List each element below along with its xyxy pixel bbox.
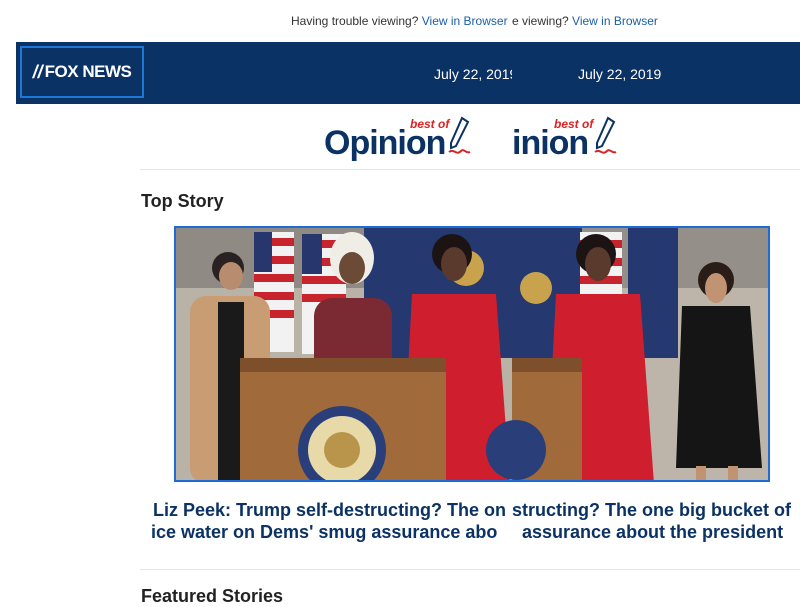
headline-line-2-duplicate: assurance about the president bbox=[522, 522, 784, 542]
best-of-opinion-banner-duplicate: inion best of bbox=[512, 112, 632, 164]
headline-fragment: Liz Peek: Trump self-destructing? The on… bbox=[140, 500, 512, 550]
best-of-label: best of bbox=[410, 117, 450, 131]
pen-icon bbox=[448, 116, 471, 154]
headline-line-1: Liz Peek: Trump self-destructing? The on bbox=[153, 500, 507, 520]
congresswomen-press-conference-image bbox=[176, 228, 768, 480]
fox-news-logo[interactable]: // FOX NEWS bbox=[20, 46, 144, 98]
site-header: // FOX NEWS July 22, 2019 July 22, 2019 bbox=[16, 42, 800, 104]
headline-fragment-duplicate: structing? The one big bucket of assuran… bbox=[512, 500, 800, 550]
pen-icon-duplicate bbox=[594, 116, 617, 154]
preheader: Having trouble viewing? View in Browser … bbox=[0, 12, 800, 30]
preheader-text-duplicate: e viewing? bbox=[512, 14, 569, 28]
view-in-browser-link-duplicate[interactable]: View in Browser bbox=[572, 14, 658, 28]
headline-line-1-duplicate: structing? The one big bucket of bbox=[512, 500, 791, 520]
featured-stories-heading: Featured Stories bbox=[141, 586, 284, 606]
best-of-opinion-banner: Opinion best of bbox=[322, 112, 512, 164]
logo-text: FOX NEWS bbox=[44, 62, 132, 81]
top-story-headline[interactable]: Liz Peek: Trump self-destructing? The on… bbox=[140, 500, 800, 550]
headline-line-2: ice water on Dems' smug assurance abo bbox=[151, 522, 498, 542]
logo-slash-icon: // bbox=[32, 61, 43, 82]
divider bbox=[140, 569, 800, 570]
top-story-heading: Top Story bbox=[141, 191, 224, 211]
header-date: July 22, 2019 bbox=[434, 66, 512, 82]
top-story-photo[interactable] bbox=[174, 226, 770, 482]
preheader-text: Having trouble viewing? bbox=[291, 14, 419, 28]
preheader-left: Having trouble viewing? View in Browser bbox=[291, 14, 512, 28]
preheader-right: e viewing? View in Browser bbox=[512, 14, 658, 28]
view-in-browser-link[interactable]: View in Browser bbox=[422, 14, 508, 28]
best-of-label-duplicate: best of bbox=[554, 117, 594, 131]
header-date-duplicate: July 22, 2019 bbox=[578, 66, 662, 82]
divider bbox=[140, 169, 800, 170]
